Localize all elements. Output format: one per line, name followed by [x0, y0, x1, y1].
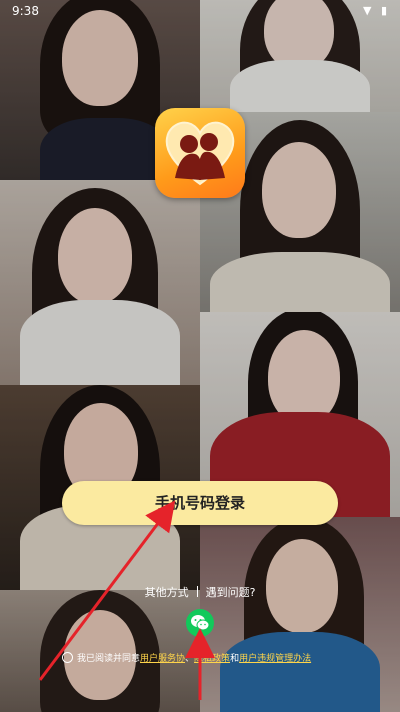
other-methods-row: 其他方式 遇到问题?	[0, 584, 400, 600]
app-logo	[155, 108, 245, 198]
help-link[interactable]: 遇到问题?	[206, 586, 256, 599]
divider	[196, 586, 198, 597]
agree-radio[interactable]	[62, 652, 73, 663]
agree-prefix: 我已阅读并同意	[77, 654, 141, 664]
agree-sep: 、	[185, 654, 195, 664]
other-methods-label[interactable]: 其他方式	[145, 586, 189, 599]
status-icons: ▼ ▮	[362, 4, 390, 17]
overlay-dim	[0, 0, 400, 712]
wechat-icon	[191, 615, 210, 631]
phone-login-button[interactable]: 手机号码登录	[62, 481, 338, 525]
status-bar: 9:38 ▼ ▮	[0, 0, 400, 22]
violation-rules-link[interactable]: 用户违规管理办法	[239, 654, 311, 664]
heart-couple-icon	[165, 121, 235, 186]
privacy-policy-link[interactable]: 隐私政策	[194, 654, 230, 664]
agree-and: 和	[230, 654, 240, 664]
wechat-login-button[interactable]	[186, 609, 214, 637]
user-service-link[interactable]: 用户服务协	[140, 654, 185, 664]
background-photo-grid	[0, 0, 400, 712]
status-time: 9:38	[12, 4, 39, 18]
agreement-row: 我已阅读并同意用户服务协、隐私政策和用户违规管理办法	[62, 651, 362, 664]
